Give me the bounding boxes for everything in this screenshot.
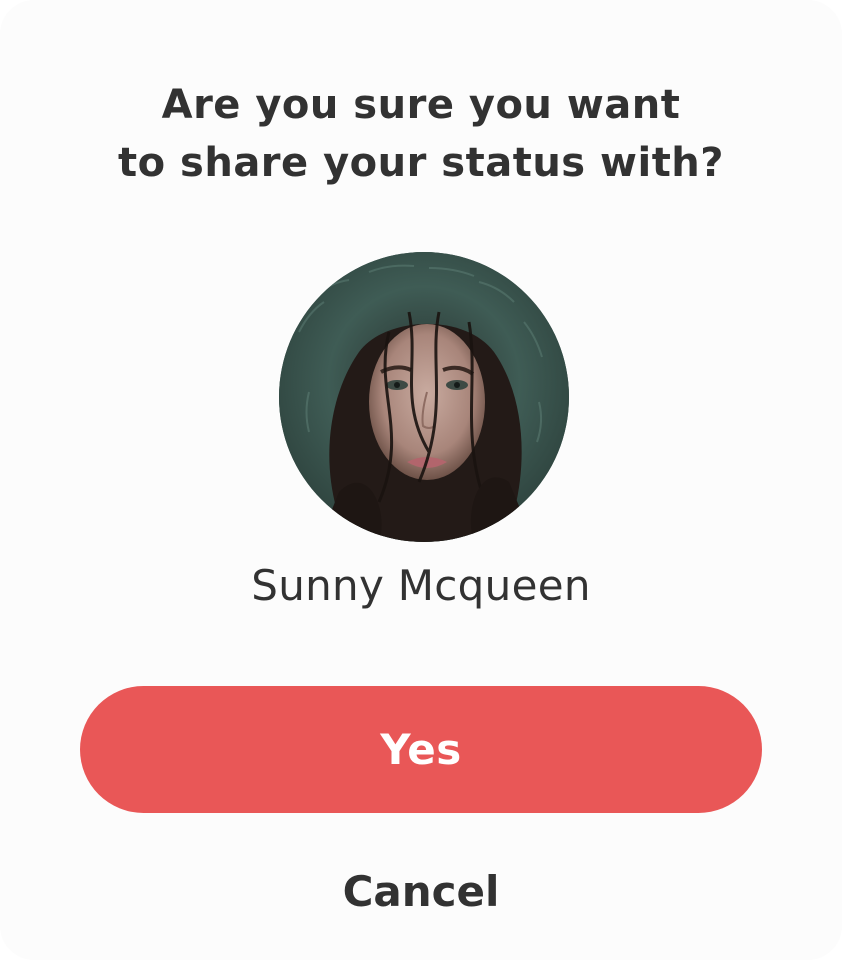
share-status-dialog: Are you sure you want to share your stat… <box>0 0 842 960</box>
yes-button[interactable]: Yes <box>80 686 762 813</box>
dialog-title-line-2: to share your status with? <box>118 140 724 186</box>
contact-name: Sunny Mcqueen <box>251 561 591 610</box>
cancel-button[interactable]: Cancel <box>271 856 571 926</box>
dialog-title: Are you sure you want to share your stat… <box>60 76 782 192</box>
avatar-portrait-image <box>279 252 569 542</box>
dialog-title-line-1: Are you sure you want <box>161 82 681 128</box>
contact-avatar <box>279 252 569 542</box>
